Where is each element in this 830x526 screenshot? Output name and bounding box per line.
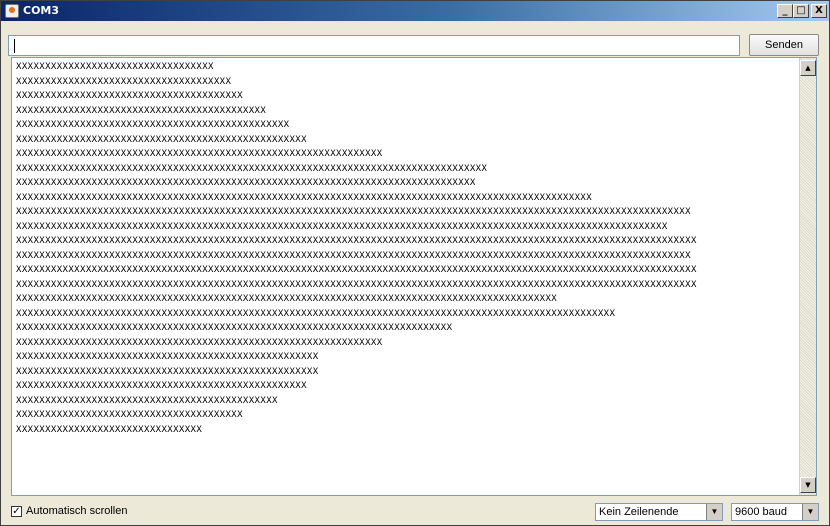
- autoscroll-checkbox[interactable]: ✓: [11, 506, 22, 517]
- output-line: XXXXXXXXXXXXXXXXXXXXXXXXXXXXXXXXXXXXXXXX…: [16, 163, 488, 174]
- output-line: XXXXXXXXXXXXXXXXXXXXXXXXXXXXXXXXXXXXXXXX…: [16, 279, 697, 290]
- footer-bar: ✓ Automatisch scrollen Kein Zeilenende ▼…: [1, 498, 829, 525]
- text-caret: [14, 39, 15, 53]
- output-line: XXXXXXXXXXXXXXXXXXXXXXXXXXXXXXXXXXXXXXXX…: [16, 294, 558, 304]
- title-bar[interactable]: COM3 _ □ X: [1, 1, 829, 21]
- baud-rate-select[interactable]: 9600 baud ▼: [731, 503, 819, 521]
- output-line: XXXXXXXXXXXXXXXXXXXXXXXXXXXXXXXXXXXXXXXX…: [16, 395, 278, 406]
- maximize-button[interactable]: □: [793, 4, 809, 18]
- send-input[interactable]: [8, 35, 740, 56]
- output-line: XXXXXXXXXXXXXXXXXXXXXXXXXXXXXXXXXXXXXXXX…: [16, 120, 290, 130]
- output-line: XXXXXXXXXXXXXXXXXXXXXXXXXXXXXXXXXXXXXXXX…: [16, 192, 593, 203]
- output-line: XXXXXXXXXXXXXXXXXXXXXXXXXXXXXXXXXXXXXXX: [16, 91, 243, 101]
- java-app-icon: [5, 4, 19, 18]
- output-line: XXXXXXXXXXXXXXXXXXXXXXXXXXXXXXXX: [16, 424, 203, 435]
- output-line: XXXXXXXXXXXXXXXXXXXXXXXXXXXXXXXXXXXXXXXX…: [16, 221, 668, 232]
- output-line: XXXXXXXXXXXXXXXXXXXXXXXXXXXXXXXXXXXXXXXX…: [16, 178, 476, 188]
- output-line: XXXXXXXXXXXXXXXXXXXXXXXXXXXXXXXXXXXXXXXX…: [16, 352, 319, 362]
- output-line: XXXXXXXXXXXXXXXXXXXXXXXXXXXXXXXXXXXXXXXX…: [16, 265, 697, 275]
- serial-output-lines: XXXXXXXXXXXXXXXXXXXXXXXXXXXXXXXXXX XXXXXX…: [16, 60, 697, 437]
- output-line: XXXXXXXXXXXXXXXXXXXXXXXXXXXXXXXXXXXXXXXX…: [16, 134, 307, 145]
- chevron-down-icon[interactable]: ▼: [802, 504, 818, 520]
- scroll-up-icon[interactable]: ▲: [800, 60, 816, 76]
- output-line: XXXXXXXXXXXXXXXXXXXXXXXXXXXXXXXXXXXXXXXX…: [16, 207, 691, 217]
- autoscroll-label[interactable]: Automatisch scrollen: [26, 505, 128, 517]
- serial-output-area[interactable]: XXXXXXXXXXXXXXXXXXXXXXXXXXXXXXXXXX XXXXXX…: [11, 57, 817, 496]
- chevron-down-icon[interactable]: ▼: [706, 504, 722, 520]
- output-line: XXXXXXXXXXXXXXXXXXXXXXXXXXXXXXXXXXXXXXXX…: [16, 366, 319, 377]
- line-ending-select[interactable]: Kein Zeilenende ▼: [595, 503, 723, 521]
- output-line: XXXXXXXXXXXXXXXXXXXXXXXXXXXXXXXXXXXXXXXX…: [16, 105, 267, 116]
- output-line: XXXXXXXXXXXXXXXXXXXXXXXXXXXXXXXXXXXXX: [16, 76, 232, 87]
- scroll-down-icon[interactable]: ▼: [800, 477, 816, 493]
- window-title: COM3: [23, 4, 60, 17]
- output-line: XXXXXXXXXXXXXXXXXXXXXXXXXXXXXXXXXXXXXXXX…: [16, 381, 307, 391]
- baud-rate-value: 9600 baud: [735, 506, 787, 518]
- output-line: XXXXXXXXXXXXXXXXXXXXXXXXXXXXXXXXXXXXXXXX…: [16, 250, 691, 261]
- close-button[interactable]: X: [811, 4, 827, 18]
- output-line: XXXXXXXXXXXXXXXXXXXXXXXXXXXXXXXXXXXXXXXX…: [16, 308, 616, 319]
- minimize-button[interactable]: _: [777, 4, 793, 18]
- line-ending-value: Kein Zeilenende: [599, 506, 679, 518]
- output-line: XXXXXXXXXXXXXXXXXXXXXXXXXXXXXXXXXXXXXXXX…: [16, 236, 697, 246]
- output-line: XXXXXXXXXXXXXXXXXXXXXXXXXXXXXXXXXXXXXXXX…: [16, 337, 383, 348]
- output-line: XXXXXXXXXXXXXXXXXXXXXXXXXXXXXXXXXXXXXXX: [16, 410, 243, 420]
- serial-monitor-window: COM3 _ □ X Senden XXXXXXXXXXXXXXXXXXXXXX…: [0, 0, 830, 526]
- output-line: XXXXXXXXXXXXXXXXXXXXXXXXXXXXXXXXXXXXXXXX…: [16, 323, 453, 333]
- output-line: XXXXXXXXXXXXXXXXXXXXXXXXXXXXXXXXXXXXXXXX…: [16, 149, 383, 159]
- send-bar: Senden: [1, 21, 829, 59]
- vertical-scrollbar[interactable]: ▲ ▼: [799, 58, 816, 495]
- output-line: XXXXXXXXXXXXXXXXXXXXXXXXXXXXXXXXXX: [16, 62, 214, 72]
- send-button[interactable]: Senden: [749, 34, 819, 56]
